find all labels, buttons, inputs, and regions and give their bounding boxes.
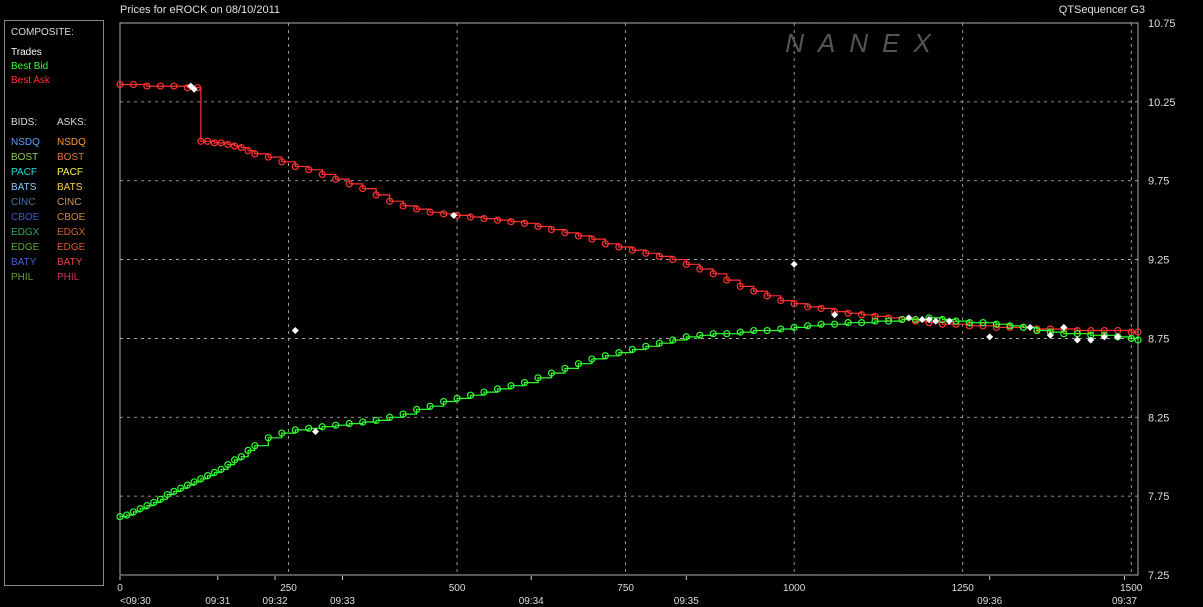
y-tick-label: 9.75: [1148, 176, 1169, 188]
y-tick-label: 8.75: [1148, 333, 1169, 345]
legend-ask-baty: BATY: [57, 257, 83, 268]
legend-ask-edgx: EDGX: [57, 227, 86, 238]
time-tick-label: <09:30: [120, 596, 151, 607]
legend-bid-phil: PHIL: [11, 272, 34, 283]
legend-item-best-bid: Best Bid: [11, 61, 49, 72]
y-tick-label: 9.25: [1148, 255, 1169, 267]
legend-bid-nsdq: NSDQ: [11, 137, 40, 148]
bids-heading: BIDS:: [11, 117, 38, 128]
watermark: NANEX: [785, 28, 945, 58]
legend-ask-bats: BATS: [57, 182, 83, 193]
y-tick-label: 8.25: [1148, 412, 1169, 424]
legend-ask-pacf: PACF: [57, 167, 83, 178]
legend-bid-baty: BATY: [11, 257, 37, 268]
time-tick-label: 09:31: [205, 596, 230, 607]
y-tick-label: 7.25: [1148, 570, 1169, 582]
x-tick-label: 250: [280, 583, 297, 594]
legend-bid-cboe: CBOE: [11, 212, 40, 223]
y-tick-label: 7.75: [1148, 491, 1169, 503]
legend-panel: COMPOSITE: Trades Best Bid Best Ask BIDS…: [4, 20, 104, 586]
legend-bid-cinc: CINC: [11, 197, 36, 208]
time-tick-label: 09:36: [977, 596, 1002, 607]
chart-title: Prices for eROCK on 08/10/2011: [120, 4, 280, 16]
legend-ask-edge: EDGE: [57, 242, 86, 253]
legend-item-best-ask: Best Ask: [11, 75, 50, 86]
legend-bid-pacf: PACF: [11, 167, 37, 178]
time-tick-label: 09:33: [330, 596, 355, 607]
price-chart: NANEX 7.25 7.75 8.25 8.75 9.25 9.75 10.25 10.75…: [0, 0, 1203, 607]
x-tick-label: 750: [617, 583, 634, 594]
legend-ask-phil: PHIL: [57, 272, 80, 283]
legend-ask-cboe: CBOE: [57, 212, 86, 223]
y-tick-label: 10.25: [1148, 97, 1176, 109]
composite-heading: COMPOSITE:: [11, 27, 74, 38]
chart-background: [0, 0, 1203, 607]
legend-bid-bats: BATS: [11, 182, 37, 193]
x-tick-label: 1500: [1120, 583, 1143, 594]
x-tick-label: 500: [449, 583, 466, 594]
legend-bid-bost: BOST: [11, 152, 39, 163]
time-tick-label: 09:32: [263, 596, 288, 607]
x-tick-label: 0: [117, 583, 123, 594]
legend-bid-edge: EDGE: [11, 242, 40, 253]
asks-heading: ASKS:: [57, 117, 87, 128]
legend-ask-bost: BOST: [57, 152, 85, 163]
legend-bid-edgx: EDGX: [11, 227, 40, 238]
time-tick-label: 09:34: [519, 596, 544, 607]
legend-ask-cinc: CINC: [57, 197, 82, 208]
x-tick-label: 1000: [783, 583, 806, 594]
time-tick-label: 09:37: [1112, 596, 1137, 607]
engine-label: QTSequencer G3: [1058, 4, 1145, 16]
legend-item-trades: Trades: [11, 47, 42, 58]
y-tick-label: 10.75: [1148, 18, 1176, 30]
legend-ask-nsdq: NSDQ: [57, 137, 86, 148]
time-tick-label: 09:35: [674, 596, 699, 607]
x-tick-label: 1250: [952, 583, 975, 594]
